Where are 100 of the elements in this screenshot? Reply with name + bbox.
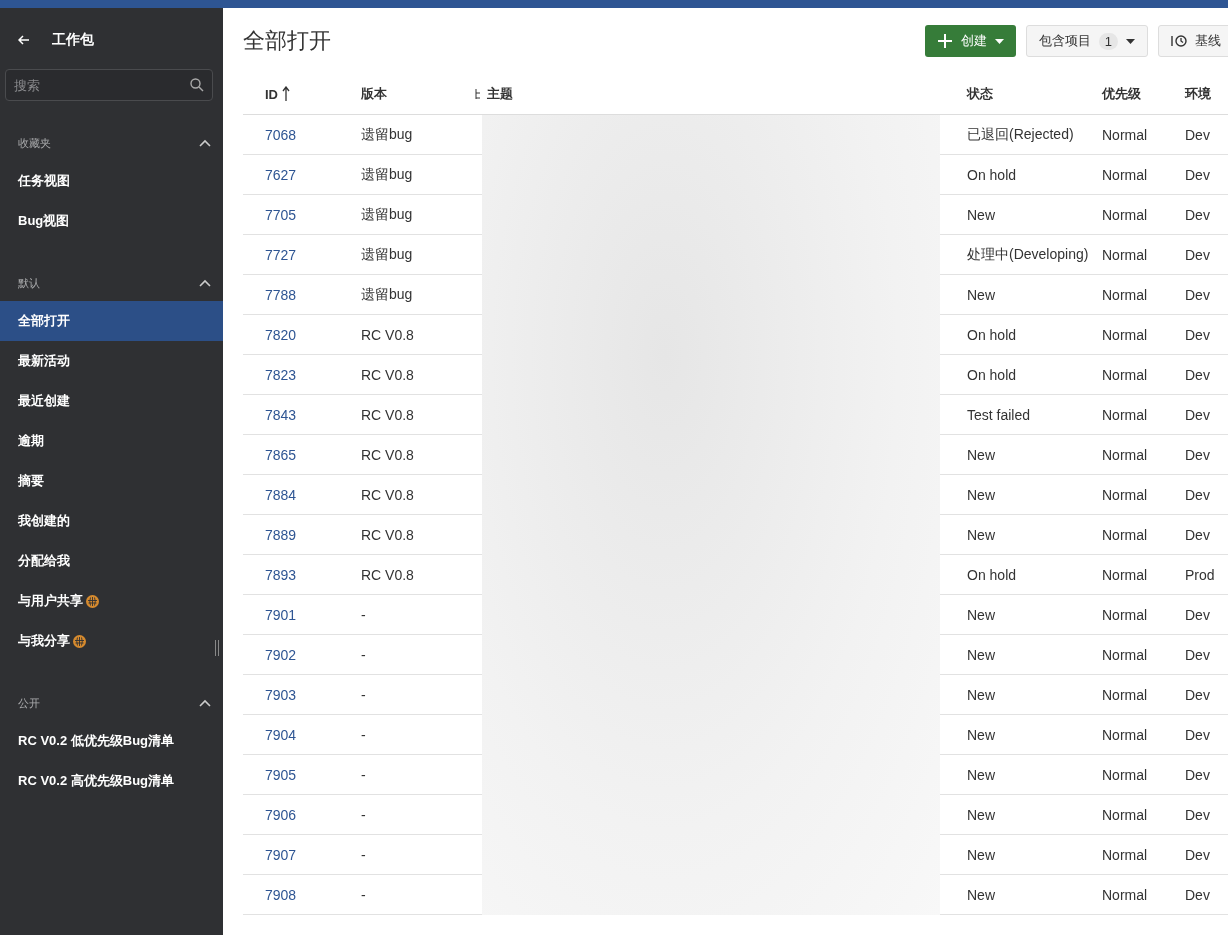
priority-cell: Normal bbox=[1102, 326, 1148, 343]
sidebar-item[interactable]: 最新活动 bbox=[0, 341, 223, 381]
work-package-id-link[interactable]: 7823 bbox=[265, 366, 297, 383]
sidebar-item[interactable]: 我创建的 bbox=[0, 501, 223, 541]
status-cell: New bbox=[967, 766, 995, 783]
work-package-id-link[interactable]: 7904 bbox=[265, 726, 297, 743]
work-package-id-link[interactable]: 7889 bbox=[265, 526, 297, 543]
priority-cell: Normal bbox=[1102, 806, 1148, 823]
sidebar-item[interactable]: RC V0.2 高优先级Bug清单 bbox=[0, 761, 223, 801]
hierarchy-icon[interactable] bbox=[475, 88, 483, 100]
sidebar-item[interactable]: 全部打开 bbox=[0, 301, 223, 341]
column-header[interactable]: 优先级 bbox=[1102, 85, 1141, 103]
column-header[interactable]: 版本 bbox=[361, 85, 387, 103]
environment-cell: Dev bbox=[1185, 206, 1210, 223]
environment-cell: Dev bbox=[1185, 126, 1210, 143]
priority-cell: Normal bbox=[1102, 166, 1148, 183]
environment-cell: Dev bbox=[1185, 406, 1210, 423]
work-package-id-link[interactable]: 7901 bbox=[265, 606, 297, 623]
environment-cell: Dev bbox=[1185, 886, 1210, 903]
status-cell: Test failed bbox=[967, 406, 1031, 423]
chevron-icon[interactable] bbox=[199, 279, 211, 287]
search-icon[interactable] bbox=[190, 78, 204, 92]
search-field[interactable]: 搜索 bbox=[5, 69, 213, 101]
globe-icon bbox=[73, 634, 86, 648]
priority-cell: Normal bbox=[1102, 526, 1148, 543]
version-cell: 遗留bug bbox=[361, 205, 413, 222]
version-cell: RC V0.8 bbox=[361, 326, 414, 343]
work-package-id-link[interactable]: 7908 bbox=[265, 886, 297, 903]
work-package-id-link[interactable]: 7727 bbox=[265, 246, 297, 263]
sidebar-item[interactable]: 逾期 bbox=[0, 421, 223, 461]
work-package-id-link[interactable]: 7068 bbox=[265, 126, 297, 143]
status-cell: New bbox=[967, 286, 995, 303]
column-header[interactable]: ID bbox=[265, 86, 290, 102]
work-package-id-link[interactable]: 7788 bbox=[265, 286, 297, 303]
sidebar-item[interactable]: Bug视图 bbox=[0, 201, 223, 241]
status-cell: 处理中(Developing) bbox=[967, 245, 1089, 262]
work-package-id-link[interactable]: 7893 bbox=[265, 566, 297, 583]
work-package-id-link[interactable]: 7903 bbox=[265, 686, 297, 703]
globe-icon bbox=[86, 594, 99, 608]
priority-cell: Normal bbox=[1102, 206, 1148, 223]
version-cell: RC V0.8 bbox=[361, 566, 414, 583]
status-cell: New bbox=[967, 806, 995, 823]
version-cell: RC V0.8 bbox=[361, 446, 414, 463]
work-package-id-link[interactable]: 7884 bbox=[265, 486, 297, 503]
status-cell: On hold bbox=[967, 566, 1017, 583]
status-cell: New bbox=[967, 646, 995, 663]
caret-icon bbox=[994, 38, 1004, 44]
version-cell: 遗留bug bbox=[361, 285, 413, 302]
status-cell: On hold bbox=[967, 366, 1017, 383]
sidebar-item[interactable]: 与我分享 bbox=[0, 621, 223, 661]
version-cell: 遗留bug bbox=[361, 245, 413, 262]
baseline-button[interactable]: 基线 bbox=[1158, 25, 1228, 57]
column-header[interactable]: 主题 bbox=[475, 85, 513, 103]
work-package-id-link[interactable]: 7705 bbox=[265, 206, 297, 223]
chevron-icon[interactable] bbox=[199, 139, 211, 147]
column-header[interactable]: 状态 bbox=[967, 85, 993, 103]
priority-cell: Normal bbox=[1102, 886, 1148, 903]
environment-cell: Dev bbox=[1185, 766, 1210, 783]
priority-cell: Normal bbox=[1102, 366, 1148, 383]
sidebar-item[interactable]: RC V0.2 低优先级Bug清单 bbox=[0, 721, 223, 761]
sidebar-item[interactable]: 分配给我 bbox=[0, 541, 223, 581]
status-cell: New bbox=[967, 486, 995, 503]
include-projects-button[interactable]: 包含项目 1 bbox=[1025, 25, 1148, 57]
priority-cell: Normal bbox=[1102, 246, 1148, 263]
version-cell: RC V0.8 bbox=[361, 526, 414, 543]
chevron-icon[interactable] bbox=[199, 699, 211, 707]
version-cell: 遗留bug bbox=[361, 125, 413, 142]
work-package-id-link[interactable]: 7905 bbox=[265, 766, 297, 783]
priority-cell: Normal bbox=[1102, 606, 1148, 623]
resize-handle[interactable] bbox=[215, 640, 219, 656]
work-package-id-link[interactable]: 7907 bbox=[265, 846, 297, 863]
version-cell: RC V0.8 bbox=[361, 486, 414, 503]
sidebar-item[interactable]: 最近创建 bbox=[0, 381, 223, 421]
work-package-id-link[interactable]: 7902 bbox=[265, 646, 297, 663]
column-header[interactable]: 环境 bbox=[1185, 85, 1211, 103]
status-cell: New bbox=[967, 206, 995, 223]
sidebar-item[interactable]: 与用户共享 bbox=[0, 581, 223, 621]
environment-cell: Dev bbox=[1185, 726, 1210, 743]
sidebar-item[interactable]: 任务视图 bbox=[0, 161, 223, 201]
priority-cell: Normal bbox=[1102, 286, 1148, 303]
back-arrow-icon[interactable] bbox=[18, 35, 30, 45]
sort-arrow-icon[interactable] bbox=[282, 86, 290, 102]
sidebar-item[interactable]: 摘要 bbox=[0, 461, 223, 501]
priority-cell: Normal bbox=[1102, 726, 1148, 743]
version-cell: - bbox=[361, 646, 366, 663]
work-package-id-link[interactable]: 7627 bbox=[265, 166, 297, 183]
status-cell: New bbox=[967, 886, 995, 903]
section-title: 默认 bbox=[18, 275, 40, 291]
status-cell: New bbox=[967, 526, 995, 543]
version-cell: - bbox=[361, 606, 366, 623]
work-package-id-link[interactable]: 7906 bbox=[265, 806, 297, 823]
work-package-id-link[interactable]: 7820 bbox=[265, 326, 297, 343]
create-button[interactable]: 创建 bbox=[924, 25, 1016, 57]
environment-cell: Dev bbox=[1185, 446, 1210, 463]
environment-cell: Dev bbox=[1185, 166, 1210, 183]
work-package-id-link[interactable]: 7865 bbox=[265, 446, 297, 463]
environment-cell: Dev bbox=[1185, 366, 1210, 383]
work-package-id-link[interactable]: 7843 bbox=[265, 406, 297, 423]
environment-cell: Dev bbox=[1185, 846, 1210, 863]
priority-cell: Normal bbox=[1102, 686, 1148, 703]
